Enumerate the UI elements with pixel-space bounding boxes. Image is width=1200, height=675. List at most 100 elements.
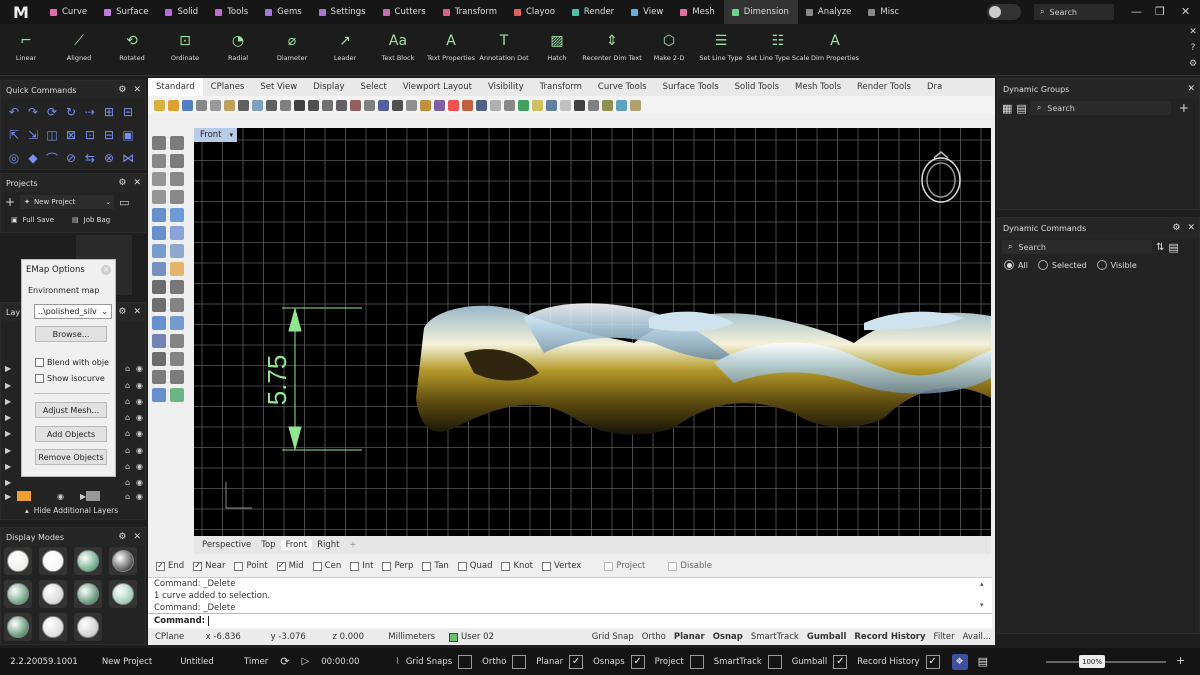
panel-close-icon[interactable]: ✕	[1187, 223, 1195, 233]
palette-tool-icon[interactable]	[152, 226, 166, 240]
command-line[interactable]: Command:	[148, 613, 992, 628]
layer-row[interactable]: ▶ ◉ ▶ ⌂ ◉	[5, 489, 143, 503]
zoom-slider[interactable]	[1046, 661, 1166, 663]
lock-icon[interactable]: ⌂	[125, 364, 130, 373]
toolbar-tool-icon[interactable]	[476, 99, 487, 111]
menu-tab-render[interactable]: Render	[564, 0, 623, 24]
toolbar-tab-select[interactable]: Select	[353, 78, 395, 96]
zoom-value[interactable]: 100%	[1079, 655, 1105, 668]
palette-tool-icon[interactable]	[152, 280, 166, 294]
scale-up-icon[interactable]: ⇱	[6, 127, 22, 143]
expand-icon[interactable]: ▶	[5, 492, 17, 501]
eye-icon[interactable]: ◉	[136, 429, 143, 438]
view-tab-right[interactable]: Right	[312, 540, 344, 550]
osnap-mid[interactable]: ✓ Mid	[276, 561, 304, 571]
ribbon-aligned-button[interactable]: ⟋ Aligned	[67, 28, 91, 62]
gem-icon[interactable]: ◆	[25, 150, 41, 166]
palette-tool-icon[interactable]	[152, 316, 166, 330]
panel-toggle-icon[interactable]: ▤	[978, 655, 988, 668]
toolbar-tool-icon[interactable]	[210, 99, 221, 111]
toolbar-tab-display[interactable]: Display	[305, 78, 352, 96]
display-mode-thumbnail[interactable]	[74, 580, 102, 608]
palette-tool-icon[interactable]	[170, 316, 184, 330]
split-icon[interactable]: ⊟	[120, 104, 136, 120]
osnap-checkbox[interactable]: ✓	[276, 561, 286, 571]
palette-tool-icon[interactable]	[152, 136, 166, 150]
osnap-checkbox[interactable]	[350, 561, 360, 571]
ribbon-ordinate-button[interactable]: ⊡ Ordinate	[171, 28, 199, 62]
zoom-in-icon[interactable]: +	[1176, 654, 1185, 667]
join-icon[interactable]: ⋈	[120, 150, 136, 166]
project-select[interactable]: ✦ New Project ⌄	[20, 195, 115, 209]
user-toggle[interactable]	[987, 4, 1021, 20]
osnap-knot[interactable]: Knot	[501, 561, 533, 571]
bottom-toggle-record-history[interactable]: Record History ✓	[857, 654, 940, 669]
remove-icon[interactable]: ⊗	[101, 150, 117, 166]
eye-icon[interactable]: ◉	[136, 492, 143, 501]
menu-tab-dimension[interactable]: Dimension	[723, 0, 798, 24]
toggle-checkbox[interactable]: ✓	[925, 654, 940, 669]
blend-checkbox[interactable]	[35, 358, 44, 367]
toolbar-tool-icon[interactable]	[196, 99, 207, 111]
viewport-title-tab[interactable]: Front ▾	[194, 128, 238, 142]
rotate-icon[interactable]: ⟳	[44, 104, 60, 120]
dynamic-commands-search[interactable]: ⌕ Search	[1002, 240, 1152, 254]
display-mode-thumbnail[interactable]	[39, 580, 67, 608]
toolbar-tool-icon[interactable]	[168, 99, 179, 111]
lock-icon[interactable]: ⌂	[125, 478, 130, 487]
osnap-checkbox[interactable]	[501, 561, 511, 571]
panel-settings-icon[interactable]: ⚙	[118, 532, 126, 542]
palette-tool-icon[interactable]	[170, 280, 184, 294]
command-input[interactable]	[208, 616, 210, 626]
toolbar-tab-set-view[interactable]: Set View	[252, 78, 305, 96]
toolbar-tool-icon[interactable]	[490, 99, 501, 111]
toolbar-tab-standard[interactable]: Standard	[148, 78, 203, 96]
ribbon-radial-button[interactable]: ◔ Radial	[228, 28, 248, 62]
toolbar-tab-render-tools[interactable]: Render Tools	[849, 78, 919, 96]
osnap-checkbox[interactable]	[541, 561, 551, 571]
osnap-perp[interactable]: Perp	[382, 561, 413, 571]
mirror-icon[interactable]: ◫	[44, 127, 60, 143]
redo-icon[interactable]: ↷	[25, 104, 41, 120]
panel-settings-icon[interactable]: ⚙	[118, 307, 126, 317]
view-tab-front[interactable]: Front	[280, 540, 313, 550]
view-tab-perspective[interactable]: Perspective	[197, 540, 256, 550]
toolbar-tool-icon[interactable]	[448, 99, 459, 111]
ribbon-diameter-button[interactable]: ⌀ Diameter	[277, 28, 307, 62]
palette-tool-icon[interactable]	[170, 154, 184, 168]
menu-tab-curve[interactable]: Curve	[42, 0, 96, 24]
toolbar-tool-icon[interactable]	[336, 99, 347, 111]
toolbar-tool-icon[interactable]	[378, 99, 389, 111]
toolbar-tool-icon[interactable]	[616, 99, 627, 111]
osnap-end[interactable]: ✓ End	[156, 561, 184, 571]
status-toggle-record-history[interactable]: Record History	[850, 632, 929, 642]
osnap-vertex[interactable]: Vertex	[541, 561, 581, 571]
status-toggle-ortho[interactable]: Ortho	[638, 632, 670, 642]
palette-tool-icon[interactable]	[170, 190, 184, 204]
filter-visible[interactable]: Visible	[1096, 260, 1137, 270]
toolbar-tool-icon[interactable]	[308, 99, 319, 111]
toolbar-tool-icon[interactable]	[182, 99, 193, 111]
expand-icon[interactable]: ▶	[5, 413, 17, 422]
toolbar-tool-icon[interactable]	[252, 99, 263, 111]
palette-tool-icon[interactable]	[152, 388, 166, 402]
osnap-checkbox[interactable]: ✓	[156, 561, 165, 571]
osnap-quad[interactable]: Quad	[457, 561, 492, 571]
adjust-mesh-button[interactable]: Adjust Mesh...	[35, 402, 107, 418]
osnap-checkbox[interactable]	[422, 561, 432, 571]
ribbon-set-line-type-scale-button[interactable]: ☷ Set Line Type Scale	[747, 28, 810, 62]
palette-tool-icon[interactable]	[152, 262, 166, 276]
menu-tab-surface[interactable]: Surface	[96, 0, 157, 24]
group-icon[interactable]: ⊠	[63, 127, 79, 143]
grid-view-icon[interactable]: ▦	[1002, 102, 1012, 115]
ribbon-hatch-button[interactable]: ▨ Hatch	[547, 28, 566, 62]
palette-tool-icon[interactable]	[170, 262, 184, 276]
palette-tool-icon[interactable]	[170, 244, 184, 258]
palette-tool-icon[interactable]	[152, 298, 166, 312]
osnap-near[interactable]: ✓ Near	[193, 561, 225, 571]
toolbar-tool-icon[interactable]	[602, 99, 613, 111]
browse-button[interactable]: Browse...	[35, 326, 107, 342]
palette-tool-icon[interactable]	[152, 154, 166, 168]
expand-icon[interactable]: ▶	[5, 397, 17, 406]
toolbar-tool-icon[interactable]	[434, 99, 445, 111]
